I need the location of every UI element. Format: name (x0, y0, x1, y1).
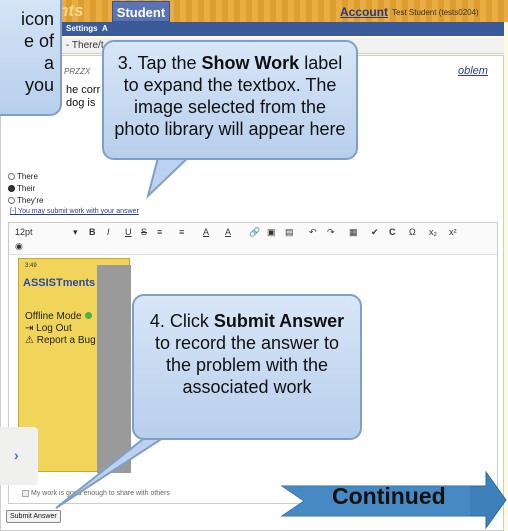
highlight-button[interactable]: A (225, 227, 231, 237)
italic-button[interactable]: I (107, 227, 110, 237)
chevron-right-icon[interactable]: › (14, 447, 19, 463)
preview-report-bug: ⚠ Report a Bug (25, 335, 96, 346)
callout-show-work: 3. Tap the Show Work label to expand the… (102, 40, 358, 160)
side-panel-tab[interactable]: › (0, 427, 38, 485)
redo-icon[interactable]: ↷ (327, 227, 335, 238)
account-link[interactable]: Account (340, 5, 388, 19)
superscript-icon[interactable]: x² (449, 227, 457, 237)
editor-toolbar: 12pt ▾ B I U S ≡ ≡ A A 🔗 ▣ ▤ ↶ ↷ ▦ ✔ C Ω… (9, 223, 497, 255)
choice-there[interactable]: There (8, 172, 38, 181)
bullet-list-button[interactable]: ≡ (157, 227, 162, 237)
choice-theyre[interactable]: They're (8, 196, 43, 205)
online-status-icon (84, 312, 92, 319)
callout-partial: icon e of a you (0, 0, 62, 116)
settings-link[interactable]: Settings A (66, 24, 108, 33)
subscript-icon[interactable]: x₂ (429, 227, 437, 237)
strikethrough-button[interactable]: S (141, 227, 147, 237)
preview-logo: ASSISTments (23, 277, 96, 289)
omega-icon[interactable]: Ω (409, 227, 416, 237)
preview-offline-mode: Offline Mode (25, 311, 92, 322)
bold-button[interactable]: B (89, 227, 96, 237)
undo-icon[interactable]: ↶ (309, 227, 317, 238)
user-name: Test Student (tests0204) (392, 8, 479, 17)
radio-icon[interactable] (8, 197, 15, 204)
continued-arrow[interactable]: Continued (280, 470, 508, 531)
share-checkbox[interactable] (22, 490, 29, 497)
clear-format-icon[interactable]: C (389, 227, 396, 237)
problem-id: PRZZX (64, 67, 91, 76)
preview-eye-icon[interactable]: ◉ (15, 241, 23, 252)
underline-button[interactable]: U (125, 227, 132, 237)
image-icon[interactable]: ▣ (267, 227, 276, 238)
preview-log-out: ⇥ Log Out (25, 323, 72, 334)
student-tab[interactable]: Student (112, 1, 170, 22)
dropdown-arrow-icon[interactable]: ▾ (73, 227, 78, 238)
callout-submit-tail (55, 432, 172, 509)
continued-label: Continued (332, 483, 446, 509)
choice-their[interactable]: Their (8, 184, 35, 193)
numbered-list-button[interactable]: ≡ (179, 227, 184, 237)
link-icon[interactable]: 🔗 (249, 227, 260, 238)
media-icon[interactable]: ▤ (285, 227, 294, 238)
text-color-button[interactable]: A (203, 227, 209, 237)
radio-selected-icon[interactable] (8, 185, 15, 192)
sub-navigation: Settings A (58, 22, 504, 36)
table-icon[interactable]: ▦ (349, 227, 358, 238)
callout-submit: 4. Click Submit Answer to record the ans… (132, 294, 362, 440)
show-work-link[interactable]: [-] You may submit work with your answer (10, 208, 139, 215)
spellcheck-icon[interactable]: ✔ (371, 227, 379, 238)
preview-status-time: 3:49 (25, 263, 37, 269)
font-size-select[interactable]: 12pt (15, 227, 33, 237)
radio-icon[interactable] (8, 173, 15, 180)
problem-link[interactable]: oblem (458, 65, 488, 77)
